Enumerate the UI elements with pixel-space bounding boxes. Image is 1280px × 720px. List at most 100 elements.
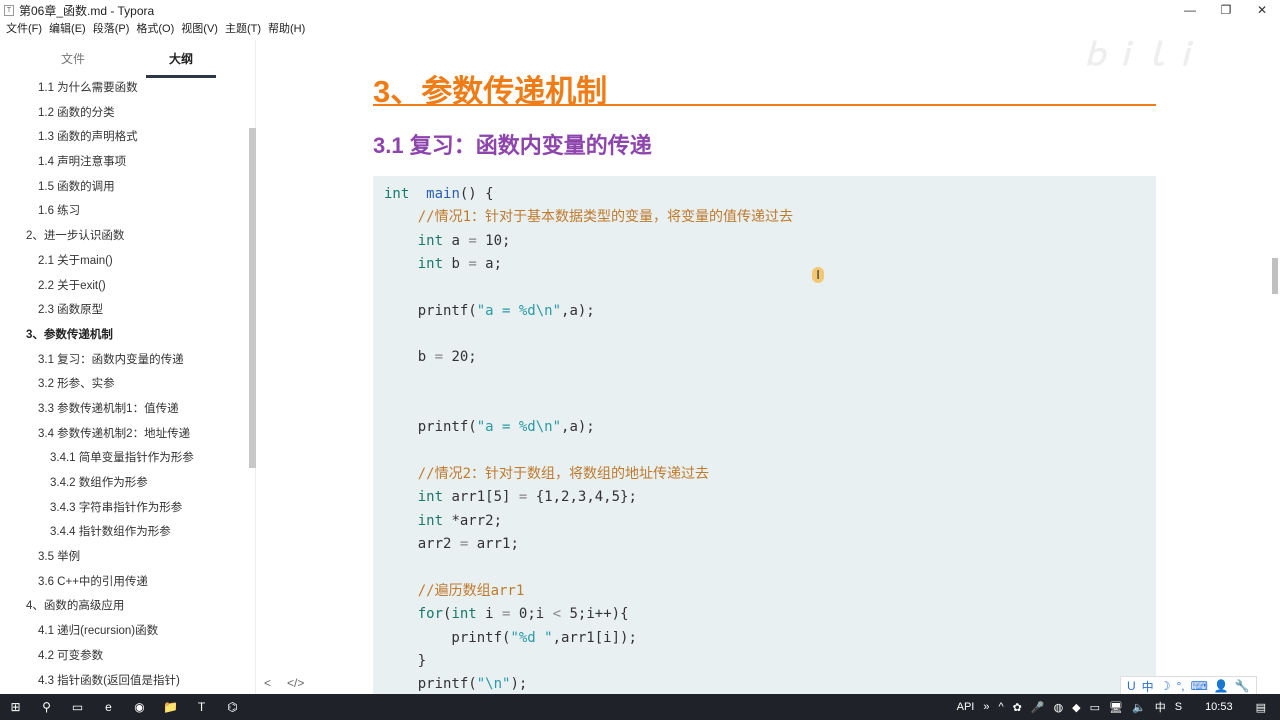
code-line: int main() { xyxy=(384,183,1156,206)
code-token: //遍历数组arr1 xyxy=(417,582,525,599)
editor-scrollbar[interactable] xyxy=(1272,258,1278,294)
sidebar-scrollbar[interactable] xyxy=(249,128,256,468)
restore-button[interactable]: ❐ xyxy=(1208,0,1244,20)
code-line: arr2 = arr1; xyxy=(384,533,1156,556)
tray-icon[interactable]: S xyxy=(1175,701,1182,713)
outline-item[interactable]: 3.2 形参、实参 xyxy=(0,372,250,397)
ime-icon[interactable]: ☽ xyxy=(1160,679,1171,693)
outline-item[interactable]: 1.3 函数的声明格式 xyxy=(0,125,250,150)
start-icon[interactable]: ⊞ xyxy=(0,700,31,714)
code-token: arr1; xyxy=(468,536,519,553)
outline-item[interactable]: 4.2 可变参数 xyxy=(0,644,250,669)
tray-icon[interactable]: 中 xyxy=(1155,699,1166,715)
menu-help[interactable]: 帮助(H) xyxy=(267,20,306,38)
menu-view[interactable]: 视图(V) xyxy=(180,20,219,38)
minimize-button[interactable]: — xyxy=(1172,0,1208,20)
tab-files[interactable]: 文件 xyxy=(0,40,146,78)
search-icon[interactable]: ⚲ xyxy=(31,700,62,714)
code-token: = xyxy=(468,232,477,249)
ime-icon[interactable]: 🔧 xyxy=(1235,679,1250,693)
outline-item[interactable]: 2.3 函数原型 xyxy=(0,298,250,323)
ime-icon[interactable]: ⌨ xyxy=(1191,679,1208,693)
code-token: () { xyxy=(459,186,494,202)
tray-icon[interactable]: ^ xyxy=(998,701,1003,713)
ime-toolbar: U 中 ☽ °, ⌨ 👤 🔧 xyxy=(1120,676,1257,696)
outline-item[interactable]: 1.1 为什么需要函数 xyxy=(0,76,250,101)
ime-icon[interactable]: °, xyxy=(1176,679,1184,693)
window-title: 第06章_函数.md - Typora xyxy=(19,3,155,18)
code-line: printf("a = %d\n",a); xyxy=(384,416,1156,439)
outline-item[interactable]: 3.5 举例 xyxy=(0,545,250,570)
outline-item[interactable]: 1.6 练习 xyxy=(0,199,250,224)
code-line: printf("\n"); xyxy=(384,673,1156,694)
bilibili-watermark: ｂｉｌｉ xyxy=(1080,39,1200,72)
ime-icon[interactable]: 👤 xyxy=(1214,679,1229,693)
outline-item[interactable]: 1.5 函数的调用 xyxy=(0,175,250,200)
outline-item[interactable]: 1.2 函数的分类 xyxy=(0,101,250,126)
tray-icon[interactable]: ▭ xyxy=(1090,701,1100,714)
code-token: main xyxy=(426,186,460,202)
outline-list: 1.1 为什么需要函数 1.2 函数的分类 1.3 函数的声明格式 1.4 声明注意事… xyxy=(0,76,250,693)
close-button[interactable]: ✕ xyxy=(1244,0,1280,20)
tray-icon[interactable]: » xyxy=(983,701,989,713)
tab-outline[interactable]: 大纲 xyxy=(146,40,216,78)
outline-item[interactable]: 3.6 C++中的引用传递 xyxy=(0,570,250,595)
outline-item[interactable]: 3.3 参数传递机制1：值传递 xyxy=(0,397,250,422)
file-explorer-icon[interactable]: 📁 xyxy=(155,700,186,714)
outline-item[interactable]: 3.4.3 字符串指针作为形参 xyxy=(0,496,250,521)
outline-item[interactable]: 2.1 关于main() xyxy=(0,249,250,274)
code-line: } xyxy=(384,650,1156,673)
chrome-icon[interactable]: ◉ xyxy=(124,700,155,714)
tray-icon[interactable]: 🔈 xyxy=(1132,701,1146,714)
outline-item[interactable]: 2、进一步认识函数 xyxy=(0,224,250,249)
typora-icon[interactable]: T xyxy=(186,700,217,714)
edge-icon[interactable]: e xyxy=(93,700,124,714)
tray-icon[interactable]: ◆ xyxy=(1072,701,1080,714)
tray-icon[interactable]: ✿ xyxy=(1013,701,1022,714)
tray-icon[interactable]: API xyxy=(957,701,975,713)
code-token: "a = %d\n" xyxy=(476,302,562,319)
code-block[interactable]: int main() { //情况1：针对于基本数据类型的变量，将变量的值传递过… xyxy=(373,176,1156,694)
ime-icon[interactable]: U xyxy=(1127,679,1136,693)
outline-item[interactable]: 4、函数的高级应用 xyxy=(0,594,250,619)
code-token: *arr2; xyxy=(443,512,503,529)
code-token: //情况1：针对于基本数据类型的变量，将变量的值传递过去 xyxy=(417,209,794,226)
outline-item[interactable]: 3、参数传递机制 xyxy=(0,323,250,348)
tray-icon[interactable]: 🖥 xyxy=(1109,701,1123,714)
notification-icon[interactable]: ▤ xyxy=(1256,701,1266,714)
menu-edit[interactable]: 编辑(E) xyxy=(48,20,87,38)
code-token: 20; xyxy=(443,349,477,366)
clock[interactable]: 10:53 xyxy=(1205,701,1233,713)
outline-item[interactable]: 1.4 声明注意事项 xyxy=(0,150,250,175)
app-icon[interactable]: ⌬ xyxy=(217,700,248,714)
code-token: = xyxy=(468,256,477,273)
menu-file[interactable]: 文件(F) xyxy=(5,20,43,38)
tray-icon[interactable]: ◍ xyxy=(1054,701,1064,714)
menu-format[interactable]: 格式(O) xyxy=(135,20,175,38)
outline-item[interactable]: 2.2 关于exit() xyxy=(0,274,250,299)
outline-item[interactable]: 3.1 复习：函数内变量的传递 xyxy=(0,348,250,373)
menu-paragraph[interactable]: 段落(P) xyxy=(92,20,131,38)
outline-item[interactable]: 4.3 指针函数(返回值是指针) xyxy=(0,669,250,694)
code-line: printf("a = %d\n",a); xyxy=(384,300,1156,323)
outline-item[interactable]: 3.4.2 数组作为形参 xyxy=(0,471,250,496)
outline-item[interactable]: 4.1 递归(recursion)函数 xyxy=(0,619,250,644)
menu-theme[interactable]: 主题(T) xyxy=(224,20,262,38)
ime-icon[interactable]: 中 xyxy=(1142,678,1154,695)
code-token: 5;i++){ xyxy=(561,606,629,623)
code-token: a; xyxy=(476,256,503,273)
task-view-icon[interactable]: ▭ xyxy=(62,700,93,714)
outline-item[interactable]: 3.4.4 指针数组作为形参 xyxy=(0,520,250,545)
outline-item[interactable]: 3.4.1 简单变量指针作为形参 xyxy=(0,446,250,471)
code-line: //情况2：针对于数组，将数组的地址传递过去 xyxy=(384,463,1156,486)
editor[interactable]: 3、参数传递机制 3.1 复习：函数内变量的传递 int main() { //… xyxy=(257,40,1270,694)
outline-item[interactable]: 3.4 参数传递机制2：地址传递 xyxy=(0,422,250,447)
tray-icon[interactable]: 🎤 xyxy=(1031,701,1045,714)
code-line: int arr1[5] = {1,2,3,4,5}; xyxy=(384,486,1156,509)
